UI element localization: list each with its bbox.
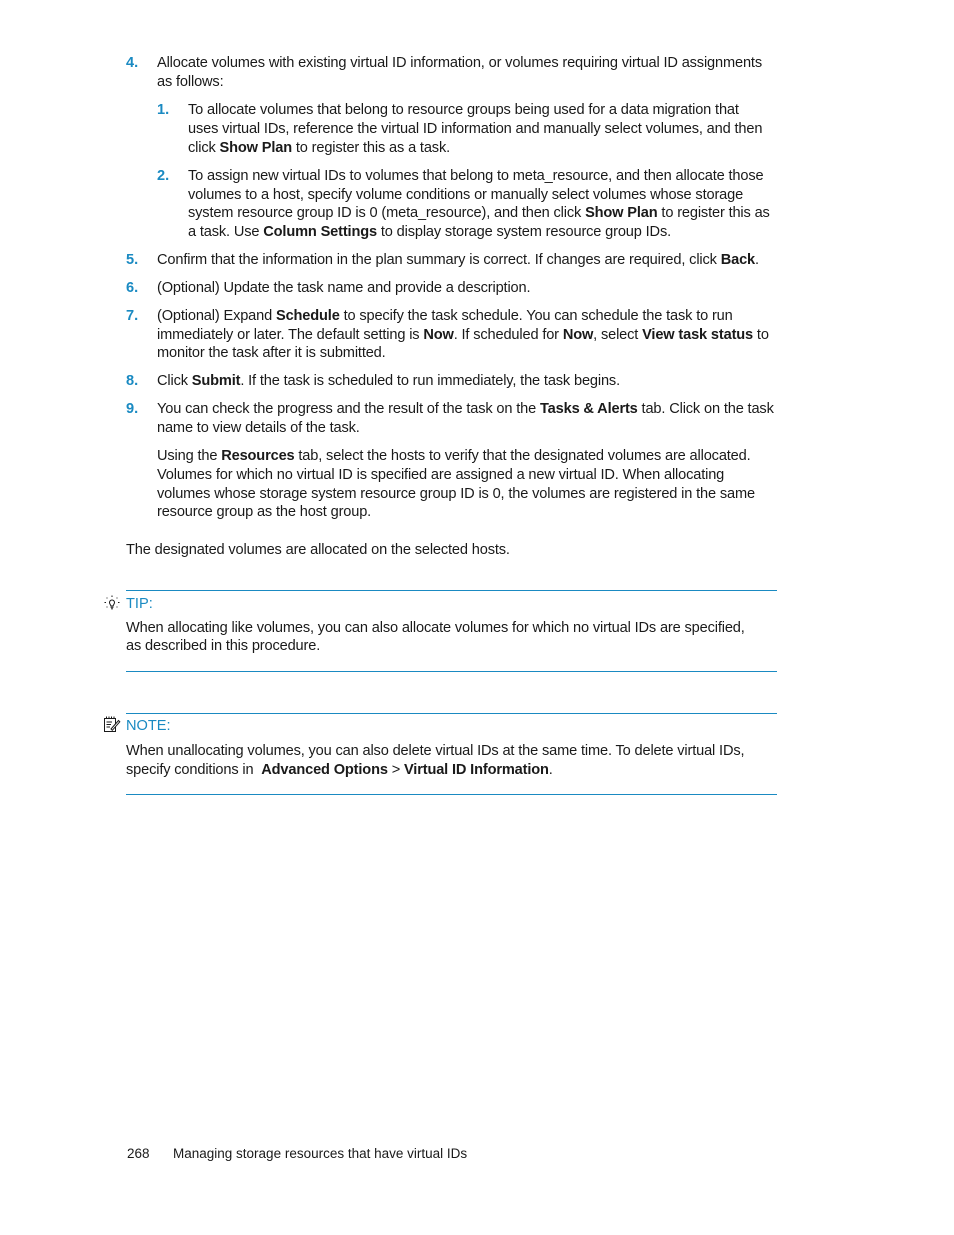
- substep-number: 1.: [157, 102, 170, 118]
- note-bottom-divider: [126, 794, 777, 795]
- note-text: When unallocating volumes, you can also …: [126, 743, 745, 759]
- tip-text: as described in this procedure.: [126, 638, 321, 654]
- page-number: 268: [127, 1146, 150, 1161]
- step-text: You can check the progress and the resul…: [157, 401, 774, 417]
- result-text: The designated volumes are allocated on …: [126, 542, 510, 558]
- substep-text: To allocate volumes that belong to resou…: [188, 102, 739, 118]
- substep-text: click Show Plan to register this as a ta…: [188, 140, 451, 156]
- tip-bottom-divider: [126, 671, 777, 672]
- substep-text: uses virtual IDs, reference the virtual …: [188, 121, 763, 137]
- step-paragraph: Using the Resources tab, select the host…: [157, 448, 751, 464]
- ui-term-virtual-id-information: Virtual ID Information: [403, 762, 549, 778]
- substep-text: system resource group ID is 0 (meta_reso…: [188, 205, 770, 221]
- ui-term-schedule: Schedule: [275, 308, 340, 324]
- document-page: 4. Allocate volumes with existing virtua…: [0, 0, 954, 1235]
- tip-text: When allocating like volumes, you can al…: [126, 620, 745, 636]
- tip-label: TIP:: [126, 596, 153, 612]
- note-text: specify conditions in Advanced Options >…: [126, 762, 553, 778]
- tip-top-divider: [126, 590, 777, 591]
- step-paragraph: volumes whose storage system resource gr…: [157, 486, 755, 502]
- ui-term-show-plan: Show Plan: [585, 205, 658, 221]
- substep-text: a task. Use Column Settings to display s…: [188, 224, 671, 240]
- step-paragraph: resource group as the host group.: [157, 504, 372, 520]
- ui-term-back: Back: [720, 252, 756, 268]
- note-pencil-icon: [103, 716, 121, 739]
- ui-term-column-settings: Column Settings: [263, 224, 377, 240]
- step-text: Confirm that the information in the plan…: [157, 252, 759, 268]
- ui-term-now: Now: [562, 327, 594, 343]
- substep-text: To assign new virtual IDs to volumes tha…: [188, 168, 764, 184]
- lightbulb-icon: [103, 594, 121, 617]
- step-text: immediately or later. The default settin…: [157, 327, 769, 343]
- step-text: Allocate volumes with existing virtual I…: [157, 55, 762, 71]
- step-text: monitor the task after it is submitted.: [157, 345, 386, 361]
- step-paragraph: Volumes for which no virtual ID is speci…: [157, 467, 725, 483]
- ui-term-advanced-options: Advanced Options: [261, 762, 388, 778]
- step-number: 6.: [126, 280, 139, 296]
- note-label: NOTE:: [126, 718, 171, 734]
- ui-term-submit: Submit: [191, 373, 241, 389]
- substep-number: 2.: [157, 168, 170, 184]
- step-number: 9.: [126, 401, 139, 417]
- step-number: 5.: [126, 252, 139, 268]
- ui-term-tasks-alerts: Tasks & Alerts: [539, 401, 638, 417]
- running-footer-title: Managing storage resources that have vir…: [173, 1146, 468, 1161]
- substep-text: volumes to a host, specify volume condit…: [188, 187, 744, 203]
- ui-term-now: Now: [423, 327, 454, 343]
- ui-term-view-task-status: View task status: [642, 327, 754, 343]
- step-text: (Optional) Update the task name and prov…: [157, 280, 531, 296]
- note-top-divider: [126, 713, 777, 714]
- ui-term-resources: Resources: [221, 448, 295, 464]
- step-text: as follows:: [157, 74, 224, 90]
- step-text: (Optional) Expand Schedule to specify th…: [157, 308, 733, 324]
- ui-term-show-plan: Show Plan: [219, 140, 293, 156]
- step-number: 8.: [126, 373, 139, 389]
- step-number: 7.: [126, 308, 139, 324]
- step-text: Click Submit. If the task is scheduled t…: [157, 373, 620, 389]
- step-number: 4.: [126, 55, 139, 71]
- step-text: name to view details of the task.: [157, 420, 360, 436]
